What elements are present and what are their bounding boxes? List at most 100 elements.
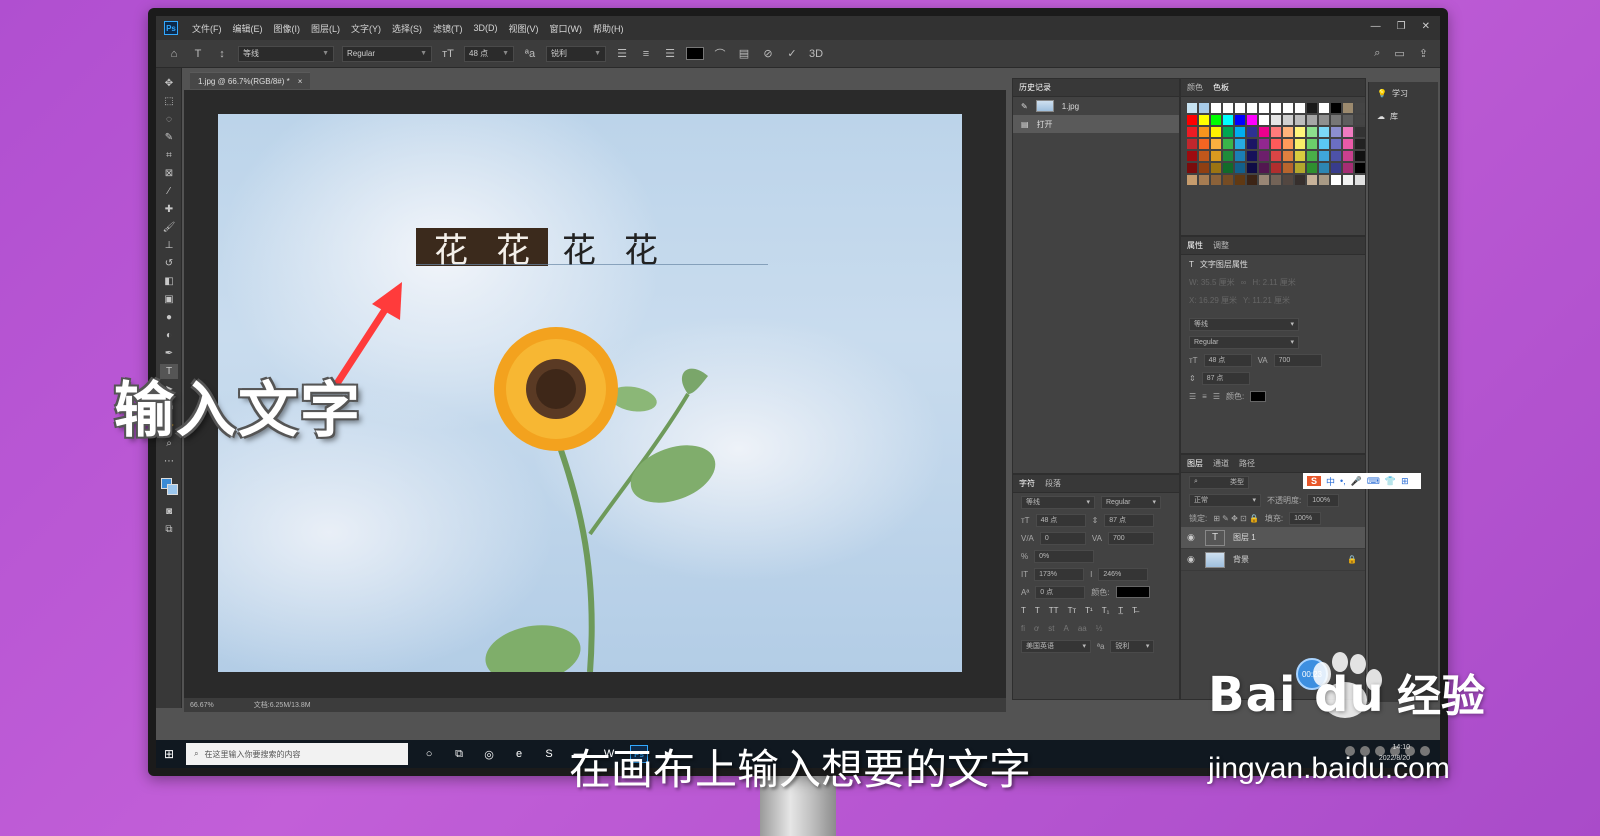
color-swatch[interactable] (1331, 115, 1341, 125)
anti-alias-select[interactable]: 锐利 ▼ (546, 45, 606, 62)
color-swatch[interactable] (1187, 151, 1197, 161)
color-swatch[interactable] (1235, 175, 1245, 185)
color-swatch[interactable] (1307, 103, 1317, 113)
color-swatch[interactable] (1319, 127, 1329, 137)
color-swatch[interactable] (1187, 127, 1197, 137)
color-swatch[interactable] (1259, 127, 1269, 137)
color-swatch[interactable] (1259, 103, 1269, 113)
align-left-icon[interactable]: ☰ (1189, 392, 1196, 401)
color-swatch[interactable] (1247, 163, 1257, 173)
color-swatch[interactable] (1283, 175, 1293, 185)
color-swatch[interactable] (1343, 175, 1353, 185)
workspace-icon[interactable]: ▭ (1394, 47, 1404, 60)
menu-file[interactable]: 文件(F) (192, 22, 222, 35)
toggle-orientation-icon[interactable]: ↕ (214, 48, 230, 60)
stamp-tool-icon[interactable]: ⊥ (160, 238, 178, 253)
3d-icon[interactable]: 3D (808, 48, 824, 60)
color-swatch[interactable] (1295, 103, 1305, 113)
prop-color-swatch[interactable] (1250, 390, 1267, 402)
mic-icon[interactable]: 🎤 (1351, 476, 1362, 487)
tab-channels[interactable]: 通道 (1213, 458, 1229, 469)
ordinals-icon[interactable]: aa (1078, 624, 1087, 633)
faux-bold-icon[interactable]: T (1021, 606, 1026, 615)
underline-icon[interactable]: T̲ (1118, 606, 1123, 615)
color-swatch[interactable] (1343, 151, 1353, 161)
color-swatch[interactable] (1223, 127, 1233, 137)
doc-info[interactable]: 文档:6.25M/13.8M (254, 700, 311, 710)
color-swatch[interactable] (1199, 139, 1209, 149)
color-swatch[interactable] (1271, 139, 1281, 149)
color-swatch[interactable] (1331, 175, 1341, 185)
color-swatch[interactable] (1271, 175, 1281, 185)
color-swatch[interactable] (1211, 127, 1221, 137)
color-swatch[interactable] (1187, 163, 1197, 173)
color-swatch[interactable] (1211, 163, 1221, 173)
color-swatch[interactable] (1343, 103, 1353, 113)
layer-filter-select[interactable]: ⌕ 类型 (1189, 475, 1249, 489)
color-swatch[interactable] (1199, 163, 1209, 173)
color-swatch[interactable] (1283, 139, 1293, 149)
layer-row[interactable]: ◉ 背景 🔒 (1181, 549, 1365, 571)
color-swatch[interactable] (1223, 103, 1233, 113)
dodge-tool-icon[interactable]: ◐ (160, 328, 178, 343)
color-swatch[interactable] (1295, 151, 1305, 161)
color-swatch[interactable] (1307, 115, 1317, 125)
menu-edit[interactable]: 编辑(E) (233, 22, 263, 35)
char-scale-field[interactable]: 0% (1034, 549, 1095, 563)
color-swatch[interactable] (1355, 115, 1365, 125)
color-swatch[interactable] (1295, 163, 1305, 173)
subscript-icon[interactable]: T₁ (1102, 606, 1110, 615)
color-swatch[interactable] (1319, 103, 1329, 113)
color-swatch[interactable] (1211, 139, 1221, 149)
tab-color[interactable]: 颜色 (1187, 82, 1203, 93)
more-tools-icon[interactable]: ⋯ (160, 454, 178, 469)
punctuation-icon[interactable]: •, (1340, 476, 1346, 486)
document-tab[interactable]: 1.jpg @ 66.7%(RGB/8#) * × (190, 72, 311, 89)
prop-tracking-field[interactable]: 700 (1273, 353, 1322, 367)
menu-image[interactable]: 图像(I) (274, 22, 301, 35)
color-swatch[interactable] (1259, 175, 1269, 185)
color-swatch[interactable] (1343, 115, 1353, 125)
color-swatch[interactable] (1223, 175, 1233, 185)
ligature-icon[interactable]: fi (1021, 624, 1025, 633)
color-swatch[interactable] (1235, 115, 1245, 125)
color-swatch[interactable] (1295, 127, 1305, 137)
color-swatch[interactable] (1223, 115, 1233, 125)
color-swatch[interactable] (1331, 103, 1341, 113)
text-color-swatch[interactable] (686, 47, 704, 60)
font-style-select[interactable]: Regular ▼ (342, 45, 432, 62)
tab-paragraph[interactable]: 段落 (1045, 478, 1061, 489)
color-swatch[interactable] (1211, 151, 1221, 161)
strikethrough-icon[interactable]: T̶ (1132, 606, 1137, 615)
marquee-tool-icon[interactable]: ⬚ (160, 94, 178, 109)
color-swatch[interactable] (1307, 127, 1317, 137)
home-icon[interactable]: ⌂ (166, 48, 182, 60)
swash-icon[interactable]: ơ (1034, 624, 1039, 633)
color-swatch[interactable] (1331, 139, 1341, 149)
lasso-tool-icon[interactable]: ◌ (160, 112, 178, 127)
prop-leading-field[interactable]: 87 点 (1201, 371, 1250, 385)
color-swatch[interactable] (1307, 175, 1317, 185)
eyedropper-tool-icon[interactable]: ⁄ (160, 184, 178, 199)
color-swatch[interactable] (1199, 175, 1209, 185)
color-swatch[interactable] (1187, 175, 1197, 185)
menu-help[interactable]: 帮助(H) (593, 22, 624, 35)
search-icon[interactable]: ⌕ (1374, 47, 1380, 60)
color-swatch[interactable] (1247, 139, 1257, 149)
color-swatch[interactable] (1199, 115, 1209, 125)
color-swatch[interactable] (1235, 127, 1245, 137)
faux-italic-icon[interactable]: T (1035, 606, 1040, 615)
color-swatch[interactable] (1199, 103, 1209, 113)
commit-icon[interactable]: ✓ (784, 47, 800, 60)
color-swatch[interactable] (1235, 103, 1245, 113)
tab-adjustments[interactable]: 调整 (1213, 240, 1229, 251)
color-swatch[interactable] (1295, 175, 1305, 185)
tab-layers[interactable]: 图层 (1187, 458, 1203, 469)
color-swatch[interactable] (1355, 139, 1365, 149)
gradient-tool-icon[interactable]: ▣ (160, 292, 178, 307)
warp-text-icon[interactable]: ⌒ (712, 46, 728, 62)
color-swatch[interactable] (1187, 103, 1197, 113)
zoom-level[interactable]: 66.67% (190, 702, 214, 709)
learn-panel-button[interactable]: 💡 学习 (1369, 82, 1438, 105)
minimize-icon[interactable]: — (1371, 21, 1381, 32)
